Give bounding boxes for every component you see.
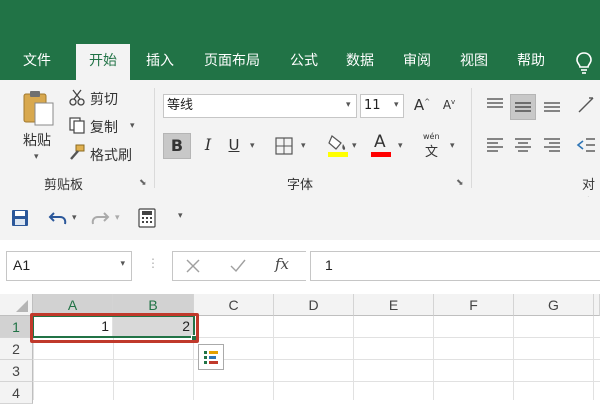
formula-buttons: fx: [172, 251, 306, 281]
tab-insert[interactable]: 插入: [136, 44, 184, 80]
decrease-indent-icon[interactable]: [575, 134, 597, 156]
phonetic-dropdown-icon[interactable]: ▾: [450, 141, 455, 151]
paste-icon[interactable]: [18, 88, 58, 128]
increase-font-size-icon[interactable]: A^: [413, 96, 431, 116]
worksheet-grid[interactable]: A B C D E F G 1 2 3 4 1 2: [0, 294, 600, 404]
copy-icon[interactable]: [68, 116, 86, 134]
group-divider: [154, 88, 155, 188]
save-icon[interactable]: [11, 209, 29, 227]
tab-file[interactable]: 文件: [14, 44, 60, 80]
column-header-f[interactable]: F: [434, 294, 514, 316]
scissors-icon[interactable]: [68, 88, 86, 106]
font-launcher-icon[interactable]: ⬊: [456, 178, 464, 188]
font-color-letter: A: [374, 132, 386, 152]
bold-button[interactable]: B: [163, 133, 191, 159]
tab-page-layout[interactable]: 页面布局: [196, 44, 268, 80]
ribbon-tab-bar: 文件 开始 插入 页面布局 公式 数据 审阅 视图 帮助: [0, 44, 600, 80]
font-name-dropdown-icon[interactable]: ▾: [346, 100, 351, 110]
redo-icon[interactable]: [90, 209, 110, 227]
tab-formulas[interactable]: 公式: [280, 44, 328, 80]
align-center-icon[interactable]: [512, 134, 534, 156]
font-name-select[interactable]: 等线: [163, 94, 357, 118]
calculator-icon[interactable]: [138, 208, 156, 228]
highlight-box: [30, 313, 199, 343]
column-header-partial: [594, 294, 600, 316]
name-box-value: A1: [13, 257, 31, 273]
row-header-1[interactable]: 1: [0, 316, 33, 338]
copy-button[interactable]: 复制: [90, 117, 124, 136]
align-bottom-icon[interactable]: [541, 94, 563, 116]
align-top-icon[interactable]: [484, 94, 506, 116]
underline-dropdown-icon[interactable]: ▾: [250, 141, 255, 151]
formula-input[interactable]: 1: [310, 251, 600, 281]
tab-data[interactable]: 数据: [336, 44, 384, 80]
align-right-icon[interactable]: [541, 134, 563, 156]
formula-area: A1 ▾ ⋮ fx 1: [0, 240, 600, 294]
formula-value: 1: [325, 257, 333, 273]
paste-dropdown-icon[interactable]: ▾: [34, 152, 39, 162]
quick-analysis-icon[interactable]: [198, 344, 224, 370]
cancel-icon[interactable]: [185, 258, 201, 274]
row-header-4[interactable]: 4: [0, 382, 33, 404]
name-box[interactable]: A1 ▾: [6, 251, 132, 281]
quick-access-toolbar: ▾ ▾ ▾: [0, 197, 600, 240]
font-color-icon[interactable]: A: [370, 132, 392, 158]
orientation-icon[interactable]: [575, 94, 597, 116]
paste-button[interactable]: 粘贴: [14, 130, 60, 149]
ribbon-home: 粘贴 ▾ 剪切 复制 ▾ 格式刷 剪贴板 ⬊ 等线 ▾ 11 ▾ A^ Av B…: [0, 80, 600, 212]
lightbulb-icon[interactable]: [572, 50, 596, 76]
redo-dropdown-icon[interactable]: ▾: [115, 213, 120, 223]
phonetic-guide-icon[interactable]: wén 文: [420, 132, 446, 160]
insert-function-icon[interactable]: fx: [275, 255, 289, 273]
name-box-dropdown-icon[interactable]: ▾: [120, 259, 125, 269]
copy-dropdown-icon[interactable]: ▾: [130, 121, 135, 131]
borders-dropdown-icon[interactable]: ▾: [301, 141, 306, 151]
fill-color-dropdown-icon[interactable]: ▾: [352, 141, 357, 151]
borders-icon[interactable]: [274, 136, 294, 156]
underline-button[interactable]: U: [224, 133, 244, 159]
tab-view[interactable]: 视图: [450, 44, 498, 80]
format-painter-button[interactable]: 格式刷: [90, 145, 138, 164]
column-header-c[interactable]: C: [194, 294, 274, 316]
font-color-dropdown-icon[interactable]: ▾: [398, 141, 403, 151]
group-divider: [471, 88, 472, 188]
tab-home[interactable]: 开始: [76, 44, 130, 80]
decrease-font-size-icon[interactable]: Av: [440, 98, 458, 118]
font-group-label: 字体: [287, 178, 314, 193]
customize-toolbar-icon[interactable]: ▾: [178, 211, 183, 221]
title-bar: [0, 0, 600, 44]
phonetic-pinyin: wén: [423, 132, 440, 141]
row-header-3[interactable]: 3: [0, 360, 33, 382]
align-middle-icon[interactable]: [510, 94, 536, 120]
column-header-g[interactable]: G: [514, 294, 594, 316]
enter-icon[interactable]: [229, 258, 247, 274]
cut-button[interactable]: 剪切: [90, 89, 124, 108]
clipboard-launcher-icon[interactable]: ⬊: [139, 178, 147, 188]
tab-help[interactable]: 帮助: [507, 44, 555, 80]
fill-color-icon[interactable]: [326, 132, 350, 158]
format-painter-icon[interactable]: [68, 144, 86, 162]
font-color-swatch: [371, 152, 391, 157]
undo-dropdown-icon[interactable]: ▾: [72, 213, 77, 223]
align-left-icon[interactable]: [484, 134, 506, 156]
column-header-e[interactable]: E: [354, 294, 434, 316]
font-size-dropdown-icon[interactable]: ▾: [394, 100, 399, 110]
grip-icon: ⋮: [147, 256, 159, 270]
tab-review[interactable]: 审阅: [393, 44, 441, 80]
italic-button[interactable]: I: [198, 133, 218, 159]
phonetic-character: 文: [425, 145, 439, 160]
select-all-corner[interactable]: [0, 294, 33, 316]
column-header-d[interactable]: D: [274, 294, 354, 316]
row-header-2[interactable]: 2: [0, 338, 33, 360]
undo-icon[interactable]: [48, 209, 68, 227]
clipboard-group-label: 剪贴板: [44, 178, 84, 193]
